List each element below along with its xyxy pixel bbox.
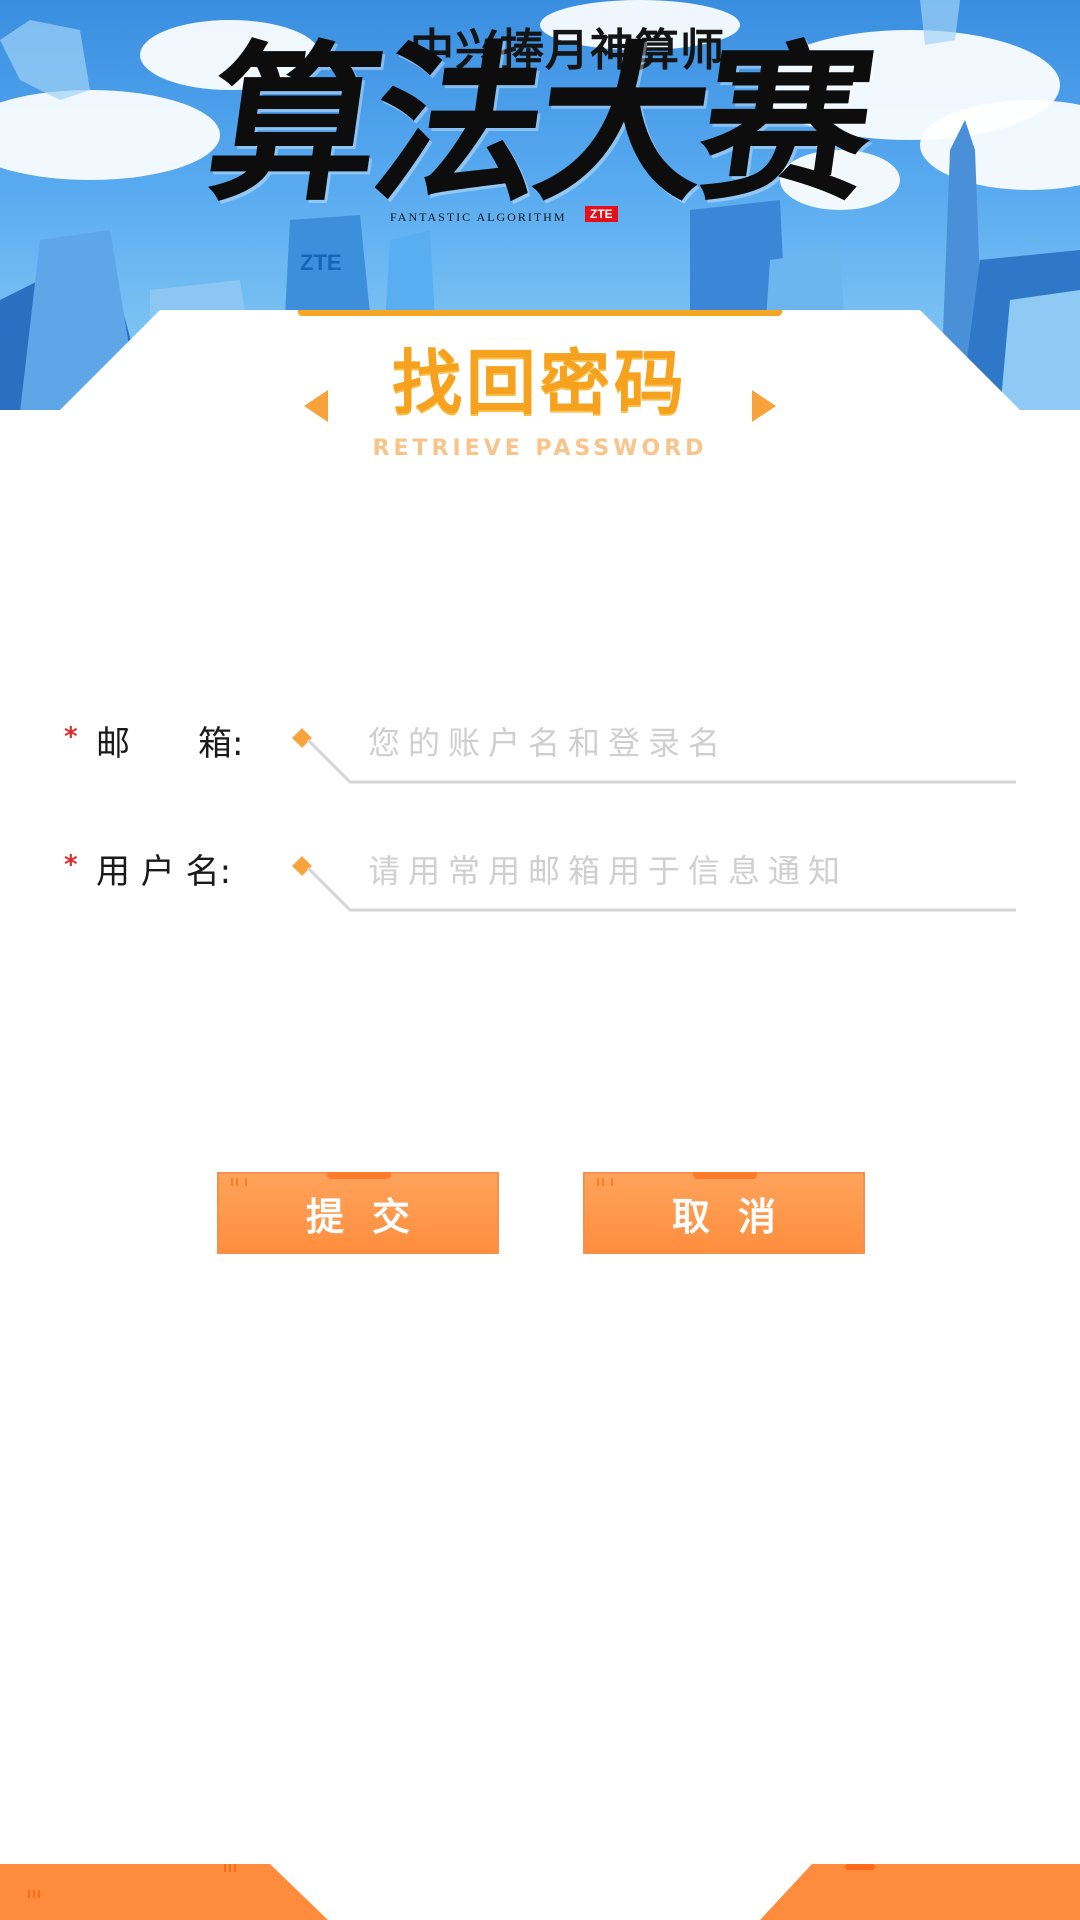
- submit-button[interactable]: 提交: [217, 1172, 499, 1254]
- button-notch: [693, 1172, 757, 1179]
- button-notch: [327, 1172, 391, 1179]
- page-title: 找回密码: [392, 342, 688, 424]
- event-english-title: FANTASTIC ALGORITHM: [390, 210, 567, 224]
- required-mark: *: [64, 722, 78, 752]
- zte-building-text: ZTE: [300, 250, 342, 275]
- footer-decoration: [0, 1864, 1080, 1920]
- page-subtitle: RETRIEVE PASSWORD: [372, 436, 708, 461]
- cancel-button-label: 取消: [671, 1194, 804, 1239]
- email-input[interactable]: [368, 718, 1008, 768]
- required-mark: *: [64, 850, 78, 880]
- submit-button-label: 提交: [305, 1194, 438, 1239]
- username-label: 用 户 名:: [96, 852, 232, 892]
- email-row: * 邮 箱:: [0, 710, 1080, 800]
- cancel-button[interactable]: 取消: [583, 1172, 865, 1254]
- triangle-left-icon: [304, 390, 328, 422]
- event-title: 算法大赛: [195, 25, 881, 225]
- button-marks: [597, 1178, 613, 1186]
- button-marks: [231, 1178, 247, 1186]
- triangle-right-icon: [752, 390, 776, 422]
- zte-logo: ZTE: [585, 206, 618, 222]
- email-label: 邮 箱:: [96, 724, 244, 764]
- card-accent-bar: [298, 310, 782, 316]
- username-row: * 用 户 名:: [0, 838, 1080, 928]
- username-input[interactable]: [368, 846, 1008, 896]
